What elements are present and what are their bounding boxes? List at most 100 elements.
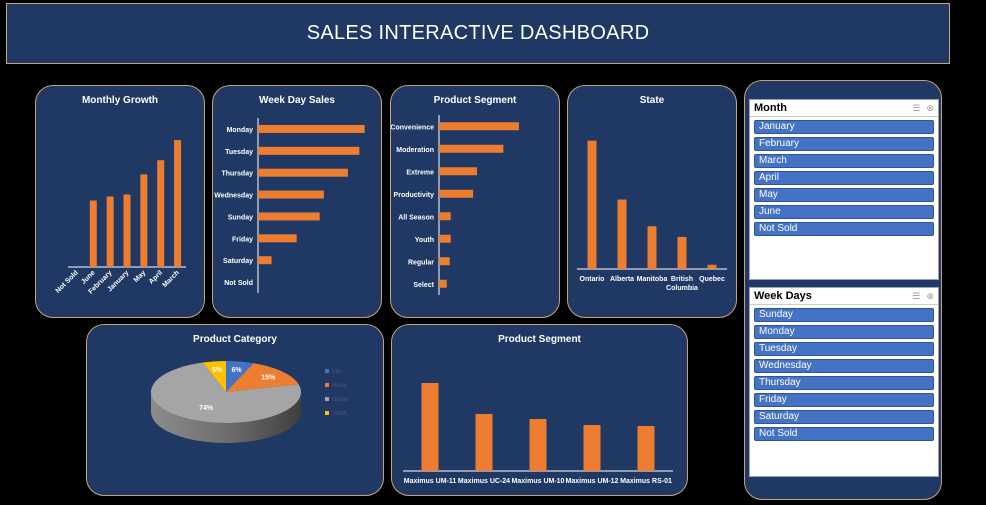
bar	[617, 199, 627, 269]
bar	[258, 256, 272, 265]
tick-label: Select	[413, 282, 434, 289]
data-label: 5%	[212, 367, 223, 374]
multi-select-icon[interactable]: ☰	[912, 103, 920, 114]
tick-label: Tuesday	[225, 149, 253, 156]
month-slicer: Month ☰ ⊗ January February March April May Ju…	[749, 99, 939, 280]
bar	[258, 190, 324, 199]
weekdays-slicer: Week Days ☰ ⊗ Sunday Monday Tuesday Wednesd…	[749, 287, 939, 477]
tick-label: Sunday	[228, 214, 253, 221]
multi-select-icon[interactable]: ☰	[912, 291, 920, 302]
product-category-chart: 6% 15% 74% 5% Mix Rural Urban Youth	[151, 361, 348, 443]
weekday-sales-panel: Week Day Sales Monday Tuesday Thursday Wedn…	[212, 85, 382, 318]
monthly-growth-panel: Monthly Growth Not Sold June February Janua…	[35, 85, 205, 318]
legend-label: Youth	[332, 411, 347, 417]
month-item[interactable]: March	[754, 154, 934, 168]
tick-label: Thursday	[221, 171, 253, 178]
weekdays-slicer-items: Sunday Monday Tuesday Wednesday Thursday Frid…	[750, 308, 938, 441]
tick-label: Quebec	[699, 276, 725, 283]
legend-swatch	[325, 369, 329, 373]
tick-label: Alberta	[610, 276, 634, 283]
bar	[529, 419, 547, 471]
dashboard-title: SALES INTERACTIVE DASHBOARD	[306, 22, 650, 44]
bar	[439, 279, 447, 288]
bar	[677, 236, 687, 269]
legend-swatch	[325, 397, 329, 401]
bar	[439, 257, 450, 266]
tick-label: Wednesday	[214, 193, 253, 200]
bar	[258, 212, 320, 221]
bar	[123, 194, 131, 267]
tick-label: Maximus UC-24	[458, 478, 510, 485]
weekdays-item[interactable]: Not Sold	[754, 427, 934, 441]
bar	[439, 122, 519, 131]
tick-label: Ontario	[580, 276, 605, 283]
tick-label: Maximus UM-12	[566, 478, 619, 485]
month-item[interactable]: April	[754, 171, 934, 185]
month-item[interactable]: February	[754, 137, 934, 151]
weekdays-item[interactable]: Friday	[754, 393, 934, 407]
tick-label: Productivity	[394, 192, 435, 199]
bar	[439, 144, 504, 153]
data-label: 6%	[231, 367, 242, 374]
bar	[439, 189, 474, 198]
clear-filter-icon[interactable]: ⊗	[926, 291, 934, 302]
month-item[interactable]: January	[754, 120, 934, 134]
state-chart: Ontario Alberta Manitoba British ColumbiaQue…	[577, 140, 727, 292]
bar	[707, 264, 717, 269]
weekdays-item[interactable]: Monday	[754, 325, 934, 339]
data-label: 74%	[199, 405, 214, 412]
bar	[421, 383, 439, 471]
bar	[583, 425, 601, 471]
month-slicer-title: Month	[754, 102, 787, 114]
product-segment-v-panel: Product Segment Maximus UM-11 Maximus UC-…	[391, 324, 688, 496]
bar	[587, 140, 597, 269]
legend-label: Urban	[332, 397, 348, 403]
tick-label: Friday	[232, 236, 253, 243]
bar	[157, 160, 165, 267]
bar	[258, 234, 297, 243]
bar	[647, 226, 657, 269]
product-segment-v-chart: Maximus UM-11 Maximus UC-24 Maximus UM-10 M…	[403, 383, 673, 485]
tick-label: Moderation	[396, 147, 434, 154]
state-panel: State Ontario Alberta Manitoba British Colum…	[567, 85, 737, 318]
bar	[439, 212, 451, 221]
tick-label: Saturday	[223, 258, 253, 265]
bar	[89, 200, 97, 267]
slicer-panel: Month ☰ ⊗ January February March April May Ju…	[744, 80, 942, 500]
data-label: 15%	[261, 375, 276, 382]
tick-label: Not Sold	[55, 269, 80, 294]
bar	[258, 146, 360, 155]
tick-label: Maximus UM-10	[512, 478, 565, 485]
weekdays-item[interactable]: Wednesday	[754, 359, 934, 373]
product-segment-h-chart: Convenience Moderation Extreme Productivity…	[391, 115, 519, 295]
bar	[106, 196, 114, 267]
legend-label: Mix	[332, 369, 341, 375]
weekdays-slicer-header: Week Days ☰ ⊗	[750, 288, 938, 305]
month-item[interactable]: Not Sold	[754, 222, 934, 236]
month-item[interactable]: May	[754, 188, 934, 202]
clear-filter-icon[interactable]: ⊗	[926, 103, 934, 114]
bar	[475, 414, 493, 471]
weekdays-item[interactable]: Thursday	[754, 376, 934, 390]
tick-label: All Season	[398, 214, 434, 221]
month-item[interactable]: June	[754, 205, 934, 219]
tick-label: Manitoba	[637, 276, 668, 283]
month-slicer-items: January February March April May June Not Sold	[750, 120, 938, 236]
tick-label: Convenience	[391, 124, 434, 131]
bar	[174, 140, 182, 267]
weekdays-item[interactable]: Tuesday	[754, 342, 934, 356]
weekdays-item[interactable]: Sunday	[754, 308, 934, 322]
bar	[439, 167, 478, 176]
tick-label: Youth	[415, 237, 434, 244]
bar	[258, 124, 365, 133]
tick-label: Maximus RS-01	[620, 478, 672, 485]
month-slicer-header: Month ☰ ⊗	[750, 100, 938, 117]
bar	[258, 168, 348, 177]
tick-label: March	[161, 269, 181, 289]
legend-swatch	[325, 383, 329, 387]
weekdays-item[interactable]: Saturday	[754, 410, 934, 424]
tick-label: Extreme	[406, 169, 434, 176]
product-segment-h-panel: Product Segment Convenience Moderation Ext…	[390, 85, 560, 318]
product-category-panel: Product Category 6% 15% 74% 5% Mix Rural Urban…	[86, 324, 384, 496]
bar	[637, 426, 655, 471]
